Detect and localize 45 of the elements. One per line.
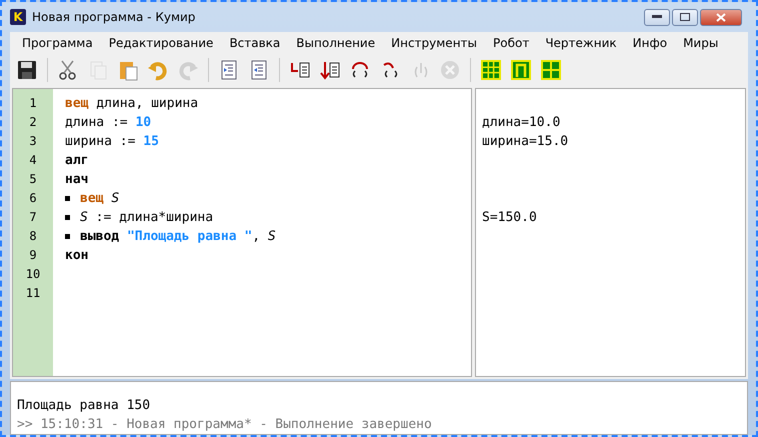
line-number: 1 [29,96,37,110]
console-line: Площадь равна 150 [17,397,150,415]
code-line: ширина := 15 [65,133,159,151]
maximize-button[interactable] [672,8,698,26]
line-number: 11 [26,286,40,300]
variable-value: ширина=15.0 [482,134,568,149]
variable-value: длина=10.0 [482,115,560,130]
menu-item[interactable]: Инструменты [383,34,485,52]
menu-item[interactable]: Робот [485,34,538,52]
console-line: >> 15:10:31 - Новая программа* - Выполнение завершено [17,416,432,434]
minimize-icon [652,15,662,19]
frame-icon[interactable] [508,57,534,83]
line-number: 3 [29,134,37,148]
code-line: S := длина*ширина [80,209,214,227]
line-number: 8 [29,229,37,243]
app-icon: K [10,9,26,25]
grid-icon[interactable] [478,57,504,83]
menu-item[interactable]: Редактирование [100,34,222,52]
line-number: 10 [26,267,40,281]
line-number: 7 [29,210,37,224]
menu-item[interactable]: Вставка [221,34,288,52]
code-line: нач [65,171,88,189]
menu-item[interactable]: Программа [14,34,101,52]
menu-item[interactable]: Выполнение [288,34,384,52]
window-title: Новая программа - Кумир [32,10,196,24]
line-number: 9 [29,248,37,262]
line-number: 2 [29,115,37,129]
menu-item[interactable]: Инфо [624,34,676,52]
line-number: 4 [29,153,37,167]
code-line: вещ S [80,190,120,208]
cross-icon[interactable] [538,57,564,83]
line-number: 5 [29,172,37,186]
close-icon [716,12,726,22]
menu-item[interactable]: Чертежник [537,34,625,52]
code-line: вещ длина, ширина [65,95,198,113]
variable-value: S=150.0 [482,210,537,225]
code-line: алг [65,152,88,170]
line-number: 6 [29,191,37,205]
minimize-button[interactable] [644,8,670,26]
maximize-icon [680,13,690,21]
menu-item[interactable]: Миры [675,34,726,52]
code-line: вывод "Площадь равна ", S [80,228,276,246]
code-line: длина := 10 [65,114,152,132]
code-line: кон [65,247,88,265]
close-button[interactable] [700,8,742,26]
